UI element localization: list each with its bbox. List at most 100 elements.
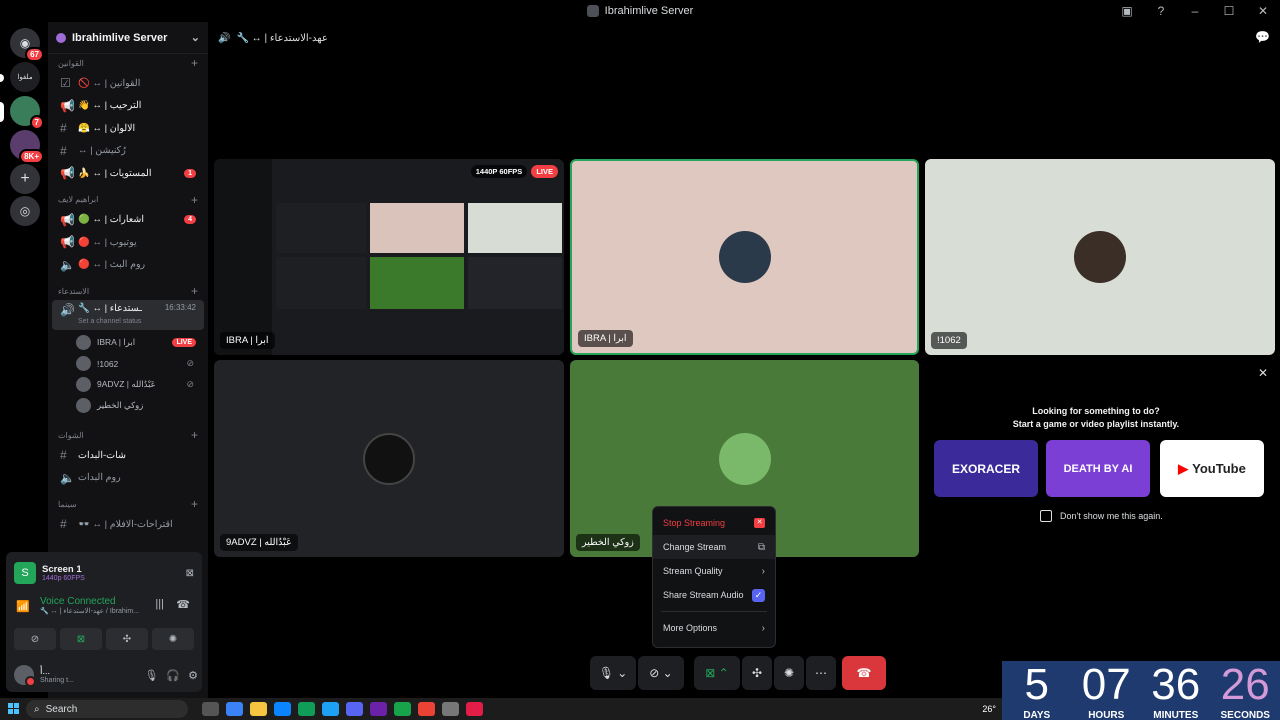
participant-tile[interactable]: !1062 — [925, 159, 1275, 355]
channel-rank[interactable]: # رُكنيشن | ↔ — [52, 140, 204, 163]
category-ibrahim[interactable]: ابراهيم لايف + — [48, 191, 208, 209]
app-icon[interactable] — [394, 702, 411, 716]
edge-icon[interactable] — [298, 702, 315, 716]
home-button[interactable]: ◉ 67 — [10, 28, 44, 62]
server-icon-4[interactable]: 8K+ — [10, 130, 44, 164]
stop-share-icon[interactable]: ⊠ — [186, 568, 194, 579]
add-channel-icon[interactable]: + — [191, 428, 198, 442]
channel-label: القوانين | ↔ 🚫 — [78, 77, 141, 89]
add-server-icon[interactable]: + — [10, 164, 40, 194]
task-view-icon[interactable] — [202, 702, 219, 716]
app-icon — [586, 5, 599, 17]
chat-icon[interactable]: 💬 — [1255, 30, 1270, 44]
add-channel-icon[interactable]: + — [191, 284, 198, 298]
app-icon[interactable] — [442, 702, 459, 716]
channel-status[interactable]: Set a channel status — [78, 318, 141, 325]
chrome-icon[interactable] — [418, 702, 435, 716]
discover-icon[interactable]: ◎ — [10, 196, 40, 226]
category-cinema[interactable]: سينما + — [48, 495, 208, 513]
screen-share-button[interactable]: ⊠ ⌃ — [694, 656, 740, 690]
activity-card-youtube[interactable]: ▶ YouTube — [1160, 440, 1264, 497]
card-label: YouTube — [1192, 461, 1246, 476]
dont-show-checkbox[interactable] — [1040, 510, 1052, 522]
hash-icon: # — [60, 121, 67, 136]
voice-user[interactable]: زوكي الخطير — [48, 395, 208, 416]
camera-off-button[interactable]: ⊘ — [14, 628, 56, 650]
add-channel-icon[interactable]: + — [191, 497, 198, 511]
voice-user[interactable]: !1062 ⊘ — [48, 353, 208, 374]
leave-call-button[interactable]: ☎ — [842, 656, 886, 690]
noise-suppression-icon[interactable]: ||| — [155, 598, 164, 610]
activity-card-exoracer[interactable]: EXORACER — [934, 440, 1038, 497]
channel-label: اقتراحات-الافلام | ↔ 👓 — [78, 518, 173, 530]
headset-icon[interactable]: 🎧 — [166, 669, 180, 682]
activities-button[interactable]: ✣ — [106, 628, 148, 650]
participant-tile[interactable]: 9ADVZ | عَبْدُالله — [214, 360, 564, 557]
channel-room[interactable]: 🔈 روم البدات — [52, 467, 204, 490]
category-label: الاستدعاء — [58, 286, 90, 296]
gear-icon[interactable]: ⚙ — [188, 669, 198, 682]
soundboard-button[interactable]: ✺ — [152, 628, 194, 650]
add-channel-icon[interactable]: + — [191, 56, 198, 70]
server-icon-ibrahimlive[interactable]: 7 — [10, 96, 44, 130]
app-icon[interactable] — [466, 702, 483, 716]
channel-colors[interactable]: # الالوان | ↔ 😤 — [52, 117, 204, 140]
menu-share-audio[interactable]: Share Stream Audio ✓ — [653, 583, 775, 607]
selected-pill — [0, 102, 4, 122]
category-summon[interactable]: الاستدعاء + — [48, 282, 208, 300]
server-icon-2[interactable]: ملفوا — [10, 62, 40, 92]
weather-temp[interactable]: 26° — [982, 704, 996, 714]
disconnect-icon[interactable]: ☎ — [176, 598, 190, 611]
copilot-icon[interactable] — [226, 702, 243, 716]
channel-levels[interactable]: 📢 المستويات | ↔ 🍌 1 — [52, 162, 204, 185]
avatar — [76, 377, 91, 392]
voice-channel-path[interactable]: 🔧 ↔ | عهد-الاستدعاء / Ibrahim... — [14, 607, 194, 615]
channel-notifications[interactable]: 📢 اشعارات | ↔ 🟢 4 — [52, 209, 204, 232]
mic-icon[interactable]: 🎙 — [144, 669, 158, 682]
browser-icon[interactable] — [322, 702, 339, 716]
menu-more-options[interactable]: More Options › — [653, 616, 775, 640]
soundboard-button[interactable]: ✺ — [774, 656, 804, 690]
app-icon[interactable] — [370, 702, 387, 716]
participant-tile-speaking[interactable]: IBRA | ابرا — [570, 159, 919, 355]
mic-button[interactable]: 🎙 ⌄ — [590, 656, 636, 690]
menu-change-stream[interactable]: Change Stream ⧉ — [653, 535, 775, 559]
discord-taskbar-icon[interactable] — [346, 702, 363, 716]
help-icon[interactable]: ? — [1144, 4, 1178, 18]
activity-card-deathbyai[interactable]: DEATH BY AI — [1046, 440, 1150, 497]
menu-stop-streaming[interactable]: Stop Streaming ✕ — [653, 511, 775, 535]
channel-chat[interactable]: # شات-البدات — [52, 444, 204, 467]
file-explorer-icon[interactable] — [250, 702, 267, 716]
stream-tile[interactable]: 1440P 60FPS LIVE IBRA | ابرا — [214, 159, 564, 355]
channel-stream-room[interactable]: 🔈 روم البث | ↔ 🔴 — [52, 254, 204, 277]
add-channel-icon[interactable]: + — [191, 193, 198, 207]
checkbox-checked-icon[interactable]: ✓ — [752, 588, 765, 602]
screen-share-button[interactable]: ⊠ — [60, 628, 102, 650]
chevron-right-icon: › — [761, 565, 765, 577]
maximize-button[interactable]: ☐ — [1212, 4, 1246, 18]
close-icon[interactable]: ✕ — [1258, 366, 1268, 380]
inbox-icon[interactable]: ▣ — [1110, 4, 1144, 18]
camera-button[interactable]: ⊘ ⌄ — [638, 656, 684, 690]
voice-channel-active[interactable]: 🔊 ـستدعاء | ↔ 🔧 16:33:42 Set a channel stat… — [52, 300, 204, 330]
voice-user[interactable]: 9ADVZ | عَبْدُالله ⊘ — [48, 374, 208, 395]
minimize-button[interactable]: – — [1178, 4, 1212, 18]
dont-show-option[interactable]: Don't show me this again. — [1040, 510, 1163, 522]
voice-user[interactable]: IBRA | ابرا LIVE — [48, 332, 208, 353]
server-header[interactable]: Ibrahimlive Server ⌄ — [48, 22, 208, 54]
channel-youtube[interactable]: 📢 يوتيوب | ↔ 🔴 — [52, 231, 204, 254]
category-rules[interactable]: القوانين + — [48, 54, 208, 72]
menu-stream-quality[interactable]: Stream Quality › — [653, 559, 775, 583]
avatar[interactable] — [14, 665, 36, 687]
outlook-icon[interactable] — [274, 702, 291, 716]
more-button[interactable]: ⋯ — [806, 656, 836, 690]
channel-welcome[interactable]: 📢 الترحيب | ↔ 👋 — [52, 95, 204, 118]
voice-status[interactable]: Voice Connected — [14, 596, 194, 607]
channel-rules[interactable]: ☑ القوانين | ↔ 🚫 — [52, 72, 204, 95]
windows-start-icon[interactable] — [8, 703, 19, 714]
category-chats[interactable]: الشوات + — [48, 426, 208, 444]
activities-button[interactable]: ✣ — [742, 656, 772, 690]
taskbar-search[interactable]: ⌕ Search — [26, 700, 188, 718]
channel-movies[interactable]: # اقتراحات-الافلام | ↔ 👓 — [52, 513, 204, 536]
close-button[interactable]: ✕ — [1246, 4, 1280, 18]
